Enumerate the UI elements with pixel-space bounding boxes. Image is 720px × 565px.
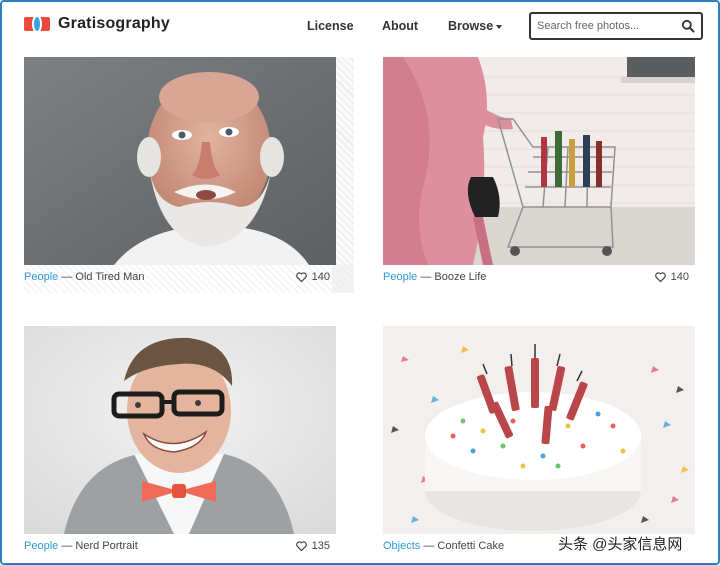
separator: — [61, 271, 76, 283]
category-link[interactable]: People [24, 271, 58, 283]
category-link[interactable]: Objects [383, 540, 420, 552]
photo-meta: People — Old Tired Man 140 [24, 271, 336, 287]
category-link[interactable]: People [24, 540, 58, 552]
photo-title[interactable]: Old Tired Man [75, 271, 144, 283]
photo-confetti-cake[interactable] [383, 326, 695, 534]
site-logo[interactable]: Gratisography [24, 15, 170, 33]
nav-browse-label: Browse [448, 19, 494, 33]
heart-icon [295, 541, 307, 551]
photo-nerd-portrait[interactable] [24, 326, 336, 534]
chevron-down-icon [496, 24, 503, 29]
nav-license[interactable]: License [307, 19, 354, 33]
search-icon[interactable] [681, 19, 695, 33]
photo-old-tired-man[interactable] [24, 57, 336, 265]
watermark-text: 头条 @头家信息网 [558, 536, 683, 553]
like-button[interactable]: 140 [295, 271, 330, 283]
category-link[interactable]: People [383, 271, 417, 283]
logo-mark-icon [24, 15, 50, 33]
heart-icon [295, 272, 307, 282]
logo-text: Gratisography [58, 15, 170, 32]
nav-browse[interactable]: Browse [448, 19, 503, 33]
like-button[interactable]: 140 [654, 271, 689, 283]
browser-frame: Gratisography License About Browse Searc… [0, 0, 720, 565]
like-count: 135 [311, 540, 330, 552]
photo-meta: People — Booze Life 140 [383, 271, 695, 287]
photo-title[interactable]: Confetti Cake [437, 540, 504, 552]
heart-icon [654, 272, 666, 282]
search-box [529, 12, 703, 40]
like-button[interactable]: 135 [295, 540, 330, 552]
like-count: 140 [670, 271, 689, 283]
photo-title[interactable]: Booze Life [434, 271, 486, 283]
separator: — [420, 271, 435, 283]
site-header: Gratisography License About Browse [2, 2, 718, 50]
photo-meta: People — Nerd Portrait 135 [24, 540, 336, 556]
nav-about[interactable]: About [382, 19, 418, 33]
search-input[interactable] [537, 17, 677, 35]
photo-booze-life[interactable] [383, 57, 695, 265]
separator: — [423, 540, 438, 552]
photo-title[interactable]: Nerd Portrait [75, 540, 137, 552]
separator: — [61, 540, 76, 552]
like-count: 140 [311, 271, 330, 283]
